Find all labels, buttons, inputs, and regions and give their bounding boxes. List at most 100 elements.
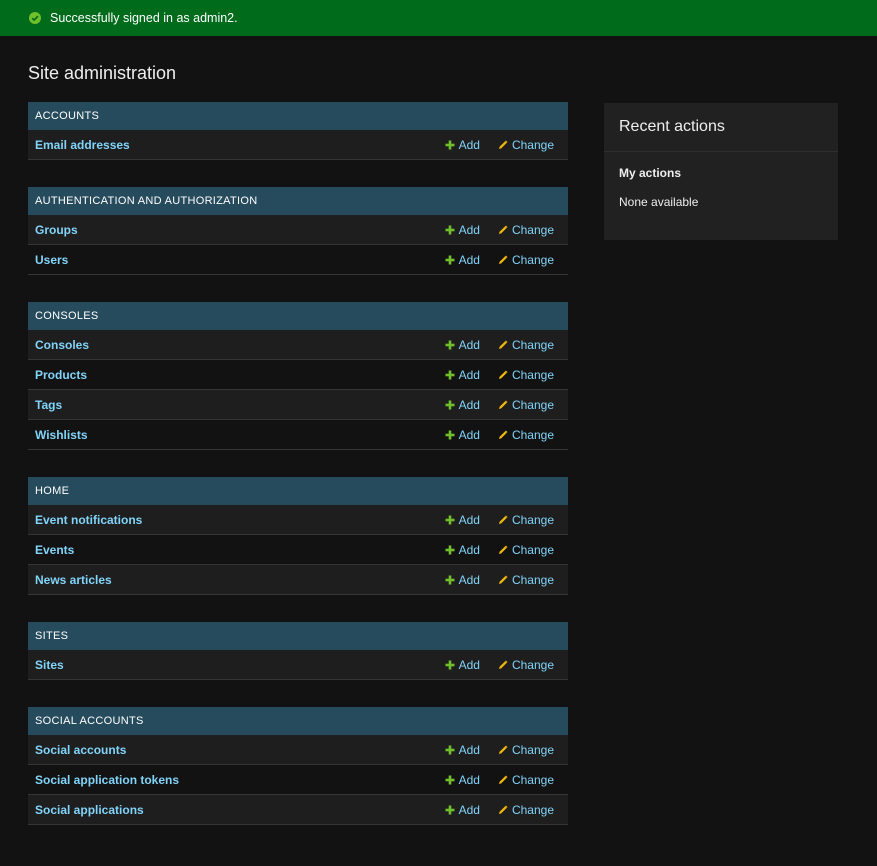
change-link[interactable]: Change xyxy=(498,803,554,817)
add-link[interactable]: Add xyxy=(445,543,480,557)
model-row: Wishlists Add Change xyxy=(28,420,568,450)
add-label: Add xyxy=(458,397,480,412)
module-rows: Email addresses Add Change xyxy=(28,130,568,160)
module-consoles: CONSOLES Consoles Add Change Products Add Chan… xyxy=(28,302,568,450)
add-link[interactable]: Add xyxy=(445,368,480,382)
change-link[interactable]: Change xyxy=(498,338,554,352)
plus-icon xyxy=(445,575,459,585)
add-label: Add xyxy=(458,367,480,382)
model-row: Social application tokens Add Change xyxy=(28,765,568,795)
pencil-icon xyxy=(498,254,512,265)
module-rows: Sites Add Change xyxy=(28,650,568,680)
model-row: Groups Add Change xyxy=(28,215,568,245)
add-link[interactable]: Add xyxy=(445,138,480,152)
module-header[interactable]: ACCOUNTS xyxy=(28,102,568,130)
change-label: Change xyxy=(511,572,554,587)
change-label: Change xyxy=(511,542,554,557)
change-label: Change xyxy=(511,742,554,757)
module-header[interactable]: AUTHENTICATION AND AUTHORIZATION xyxy=(28,187,568,215)
model-link[interactable]: Groups xyxy=(35,223,445,237)
module-rows: Consoles Add Change Products Add Change Tags Ad… xyxy=(28,330,568,450)
module-social-accounts: SOCIAL ACCOUNTS Social accounts Add Change S… xyxy=(28,707,568,825)
module-sites: SITES Sites Add Change xyxy=(28,622,568,680)
add-link[interactable]: Add xyxy=(445,338,480,352)
add-link[interactable]: Add xyxy=(445,223,480,237)
model-link[interactable]: Social accounts xyxy=(35,743,445,757)
model-link[interactable]: Wishlists xyxy=(35,428,445,442)
add-link[interactable]: Add xyxy=(445,573,480,587)
plus-icon xyxy=(445,805,459,815)
add-link[interactable]: Add xyxy=(445,773,480,787)
change-link[interactable]: Change xyxy=(498,253,554,267)
model-link[interactable]: Social application tokens xyxy=(35,773,445,787)
model-link[interactable]: Tags xyxy=(35,398,445,412)
add-label: Add xyxy=(458,572,480,587)
change-label: Change xyxy=(511,222,554,237)
plus-icon xyxy=(445,255,459,265)
add-label: Add xyxy=(458,137,480,152)
model-link[interactable]: Users xyxy=(35,253,445,267)
module-header[interactable]: HOME xyxy=(28,477,568,505)
add-link[interactable]: Add xyxy=(445,398,480,412)
model-row: Products Add Change xyxy=(28,360,568,390)
pencil-icon xyxy=(498,429,512,440)
add-link[interactable]: Add xyxy=(445,803,480,817)
add-link[interactable]: Add xyxy=(445,513,480,527)
change-link[interactable]: Change xyxy=(498,223,554,237)
pencil-icon xyxy=(498,574,512,585)
change-link[interactable]: Change xyxy=(498,743,554,757)
plus-icon xyxy=(445,430,459,440)
model-row: Tags Add Change xyxy=(28,390,568,420)
change-label: Change xyxy=(511,772,554,787)
add-link[interactable]: Add xyxy=(445,658,480,672)
change-link[interactable]: Change xyxy=(498,138,554,152)
plus-icon xyxy=(445,225,459,235)
module-accounts: ACCOUNTS Email addresses Add Change xyxy=(28,102,568,160)
module-header[interactable]: CONSOLES xyxy=(28,302,568,330)
add-link[interactable]: Add xyxy=(445,743,480,757)
model-link[interactable]: Sites xyxy=(35,658,445,672)
model-link[interactable]: Email addresses xyxy=(35,138,445,152)
page-title: Site administration xyxy=(28,63,177,83)
model-link[interactable]: Consoles xyxy=(35,338,445,352)
module-rows: Social accounts Add Change Social applicati… xyxy=(28,735,568,825)
change-link[interactable]: Change xyxy=(498,513,554,527)
change-label: Change xyxy=(511,512,554,527)
recent-actions-title: Recent actions xyxy=(604,103,838,152)
model-link[interactable]: Events xyxy=(35,543,445,557)
pencil-icon xyxy=(498,514,512,525)
plus-icon xyxy=(445,745,459,755)
change-link[interactable]: Change xyxy=(498,368,554,382)
model-link[interactable]: Products xyxy=(35,368,445,382)
add-label: Add xyxy=(458,252,480,267)
plus-icon xyxy=(445,140,459,150)
change-link[interactable]: Change xyxy=(498,773,554,787)
success-message-bar: Successfully signed in as admin2. xyxy=(0,0,877,36)
model-link[interactable]: Event notifications xyxy=(35,513,445,527)
plus-icon xyxy=(445,775,459,785)
add-link[interactable]: Add xyxy=(445,428,480,442)
add-label: Add xyxy=(458,542,480,557)
pencil-icon xyxy=(498,339,512,350)
module-rows: Groups Add Change Users Add Change xyxy=(28,215,568,275)
change-link[interactable]: Change xyxy=(498,543,554,557)
model-row: Users Add Change xyxy=(28,245,568,275)
plus-icon xyxy=(445,400,459,410)
module-header[interactable]: SITES xyxy=(28,622,568,650)
pencil-icon xyxy=(498,774,512,785)
change-link[interactable]: Change xyxy=(498,398,554,412)
plus-icon xyxy=(445,340,459,350)
pencil-icon xyxy=(498,744,512,755)
recent-actions-panel: Recent actions My actions None available xyxy=(604,103,838,240)
change-link[interactable]: Change xyxy=(498,428,554,442)
module-header[interactable]: SOCIAL ACCOUNTS xyxy=(28,707,568,735)
add-label: Add xyxy=(458,802,480,817)
pencil-icon xyxy=(498,224,512,235)
change-link[interactable]: Change xyxy=(498,573,554,587)
add-link[interactable]: Add xyxy=(445,253,480,267)
model-link[interactable]: News articles xyxy=(35,573,445,587)
model-link[interactable]: Social applications xyxy=(35,803,445,817)
model-row: Consoles Add Change xyxy=(28,330,568,360)
change-link[interactable]: Change xyxy=(498,658,554,672)
model-row: Social applications Add Change xyxy=(28,795,568,825)
